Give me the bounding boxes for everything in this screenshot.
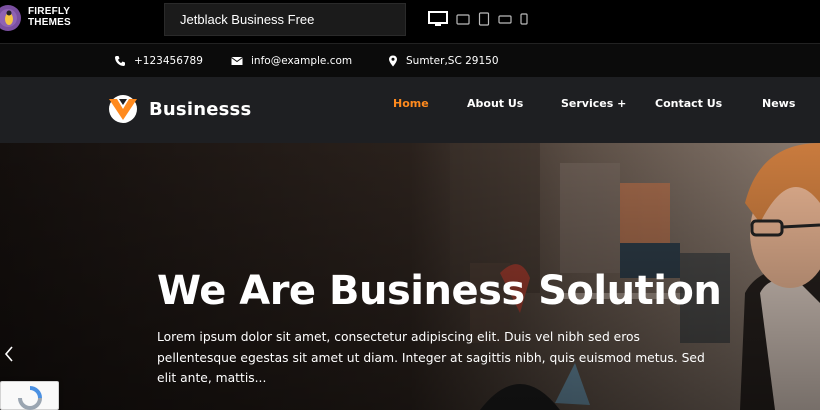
nav-contact-us[interactable]: Contact Us [655,97,722,110]
logo-text-themes: THEMES [28,17,71,28]
desktop-icon[interactable] [428,11,448,27]
address-text: Sumter,SC 29150 [406,54,499,67]
tablet-landscape-icon[interactable] [456,13,470,25]
address-contact: Sumter,SC 29150 [388,44,499,77]
phone-landscape-icon[interactable] [498,14,512,24]
site-header: Businesss Home About Us Services + Conta… [0,77,820,143]
email-address[interactable]: info@example.com [251,55,352,67]
theme-name-selector[interactable]: Jetblack Business Free [164,3,406,36]
hero-title: We Are Business Solution [157,268,722,314]
recaptcha-icon [18,386,42,410]
device-switcher [428,11,528,27]
tablet-portrait-icon[interactable] [478,12,490,26]
phone-portrait-icon[interactable] [520,13,528,25]
theme-preview-bar: FIREFLY THEMES Jetblack Business Free [0,0,820,44]
nav-home[interactable]: Home [393,97,429,110]
hero-slider: We Are Business Solution Lorem ipsum dol… [0,143,820,410]
map-pin-icon [389,55,397,66]
nav-news[interactable]: News [762,97,795,110]
envelope-icon [231,56,243,65]
nav-services[interactable]: Services + [561,97,626,110]
contact-topbar: +123456789 info@example.com Sumter,SC 29… [0,44,820,77]
phone-number[interactable]: +123456789 [134,55,203,67]
email-contact: info@example.com [231,44,352,77]
nav-about-us[interactable]: About Us [467,97,523,110]
site-brand[interactable]: Businesss [105,94,251,124]
hero-description: Lorem ipsum dolor sit amet, consectetur … [157,330,705,385]
phone-contact: +123456789 [114,44,203,77]
phone-icon [115,55,125,66]
brand-name: Businesss [149,98,252,120]
brand-logo-icon [109,95,137,123]
logo-text-firefly: FIREFLY [28,6,71,17]
slider-prev-arrow-icon[interactable] [2,344,16,364]
firefly-themes-logo-text[interactable]: FIREFLY THEMES [28,6,71,28]
firefly-logo-icon[interactable] [0,4,22,32]
recaptcha-badge[interactable] [0,381,59,410]
